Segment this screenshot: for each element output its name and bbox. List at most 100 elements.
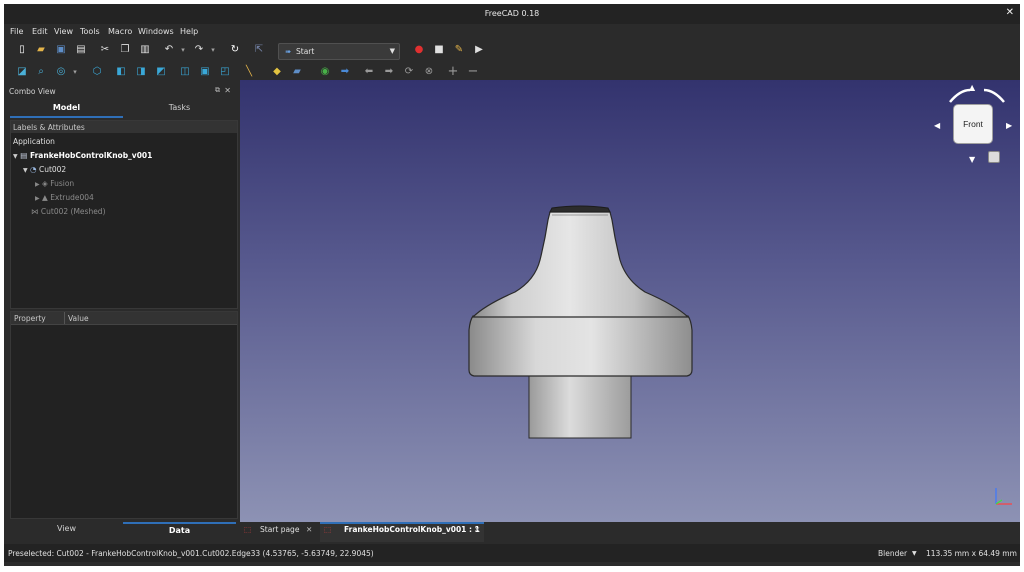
rotate-right-icon[interactable]: ▶ [1006,121,1012,130]
workbench-label: Start [296,47,315,56]
freecad-icon: ⬚ [244,525,252,534]
right-view-icon[interactable]: ◩ [154,65,168,79]
value-column-header: Value [68,314,89,323]
tab-model[interactable]: Model [10,100,123,118]
knob-stem[interactable] [528,374,632,439]
navigation-cube[interactable]: ▲ ◀ Front ▶ ▼ [934,80,1020,170]
draw-style-icon[interactable]: ◎ [54,65,68,79]
menu-help[interactable]: Help [180,27,198,36]
title-bar: FreeCAD 0.18 ✕ [4,4,1020,24]
toolbar-file: ▯ ▰ ▣ ▤ ✂ ❐ ▥ ↶ ▾ ↷ ▾ ↻ ⇱ ➠ Start ▼ ● ■ … [4,40,1020,62]
close-panel-icon[interactable]: ✕ [224,86,231,95]
menu-file[interactable]: File [10,27,23,36]
print-icon[interactable]: ▤ [74,43,88,57]
menu-windows[interactable]: Windows [138,27,174,36]
menu-tools[interactable]: Tools [80,27,100,36]
property-tabs: View Data [10,522,236,536]
property-header: Property Value [11,312,237,325]
rear-view-icon[interactable]: ◫ [178,65,192,79]
new-document-icon[interactable]: ▯ [15,43,29,57]
chevron-down-icon[interactable]: ▼ [912,550,917,557]
zoom-in-icon[interactable]: + [446,65,460,79]
workbench-select[interactable]: ➠ Start ▼ [278,43,400,60]
tree-item-cut002[interactable]: ▼ ◔ Cut002 [23,165,66,174]
web-stop-icon[interactable]: ⊗ [422,65,436,79]
combo-view-title: Combo View [9,87,56,96]
record-macro-icon[interactable]: ● [412,43,426,57]
group-folder-icon[interactable]: ▰ [290,65,304,79]
tree-header: Labels & Attributes [11,121,237,133]
navcube-menu-icon[interactable] [988,151,1000,163]
float-panel-icon[interactable]: ⧉ [215,86,220,95]
expand-right-icon[interactable]: ▶ [35,181,40,188]
menu-view[interactable]: View [54,27,73,36]
whats-this-icon[interactable]: ⇱ [252,43,266,57]
workbench-icon: ➠ [285,47,292,56]
status-bar: Preselected: Cut002 - FrankeHobControlKn… [4,544,1020,562]
refresh-icon[interactable]: ↻ [228,43,242,57]
knob-body[interactable] [471,211,690,318]
run-macro-icon[interactable]: ▶ [472,43,486,57]
tree-item-extrude004[interactable]: ▶ ▲ Extrude004 [35,193,94,202]
rotate-arcs-icon[interactable] [942,86,1012,106]
tab-tasks[interactable]: Tasks [123,100,236,116]
expand-down-icon[interactable]: ▼ [23,167,28,174]
rotate-left-icon[interactable]: ◀ [934,121,940,130]
stop-macro-icon[interactable]: ■ [432,43,446,57]
tab-view[interactable]: View [10,522,123,536]
navigation-style[interactable]: Blender [878,549,907,558]
tab-document[interactable]: ⬚ FrankeHobControlKnob_v001 : 1 ✕ [320,522,484,542]
paste-icon[interactable]: ▥ [138,43,152,57]
close-tab-icon[interactable]: ✕ [306,525,312,534]
property-column-header: Property [14,314,46,323]
close-tab-icon[interactable]: ✕ [474,525,480,534]
isometric-view-icon[interactable]: ⬡ [90,65,104,79]
knob-top-cap[interactable] [549,205,611,213]
open-icon[interactable]: ▰ [34,43,48,57]
undo-icon[interactable]: ↶ [162,43,176,57]
web-link-icon[interactable]: ➡ [338,65,352,79]
redo-icon[interactable]: ↷ [192,43,206,57]
web-refresh-icon[interactable]: ⟳ [402,65,416,79]
tab-start-page[interactable]: ⬚ Start page ✕ [244,522,320,540]
back-icon[interactable]: ⬅ [362,65,376,79]
left-view-icon[interactable]: ◰ [218,65,232,79]
preselection-text: Preselected: Cut002 - FrankeHobControlKn… [8,549,374,558]
edit-macro-icon[interactable]: ✎ [452,43,466,57]
navcube-front-face[interactable]: Front [953,104,993,144]
copy-icon[interactable]: ❐ [118,43,132,57]
fit-selection-icon[interactable]: ⌕ [34,65,48,79]
axis-cross-icon [995,488,1012,505]
web-browser-icon[interactable]: ◉ [318,65,332,79]
column-divider [64,312,65,324]
zoom-out-icon[interactable]: − [466,65,480,79]
knob-base[interactable] [468,315,693,377]
save-icon[interactable]: ▣ [54,43,68,57]
expand-down-icon[interactable]: ▼ [13,153,18,160]
tree-item-cut002-meshed[interactable]: ⋈ Cut002 (Meshed) [31,207,106,216]
tab-data[interactable]: Data [123,522,236,538]
menu-bar: File Edit View Tools Macro Windows Help [4,24,1020,40]
top-view-icon[interactable]: ◨ [134,65,148,79]
front-view-icon[interactable]: ◧ [114,65,128,79]
menu-edit[interactable]: Edit [32,27,48,36]
menu-macro[interactable]: Macro [108,27,132,36]
measure-distance-icon[interactable]: ╲ [242,65,256,79]
redo-dropdown-icon[interactable]: ▾ [206,43,220,57]
draw-style-dropdown-icon[interactable]: ▾ [68,65,82,79]
tree-item-document[interactable]: ▼ ▤ FrankeHobControlKnob_v001 [13,151,152,160]
undo-dropdown-icon[interactable]: ▾ [176,43,190,57]
rotate-down-icon[interactable]: ▼ [969,155,975,164]
bottom-view-icon[interactable]: ▣ [198,65,212,79]
close-icon[interactable]: ✕ [1006,7,1014,18]
knob-model[interactable] [240,80,1020,522]
fit-all-icon[interactable]: ◪ [15,65,29,79]
tree-root-application: Application [13,137,55,146]
tree-item-fusion[interactable]: ▶ ◈ Fusion [35,179,74,188]
forward-icon[interactable]: ➡ [382,65,396,79]
window-title: FreeCAD 0.18 [484,9,540,18]
expand-right-icon[interactable]: ▶ [35,195,40,202]
3d-viewport[interactable]: ▲ ◀ Front ▶ ▼ [240,80,1020,522]
part-icon[interactable]: ◆ [270,65,284,79]
cut-scissors-icon[interactable]: ✂ [98,43,112,57]
